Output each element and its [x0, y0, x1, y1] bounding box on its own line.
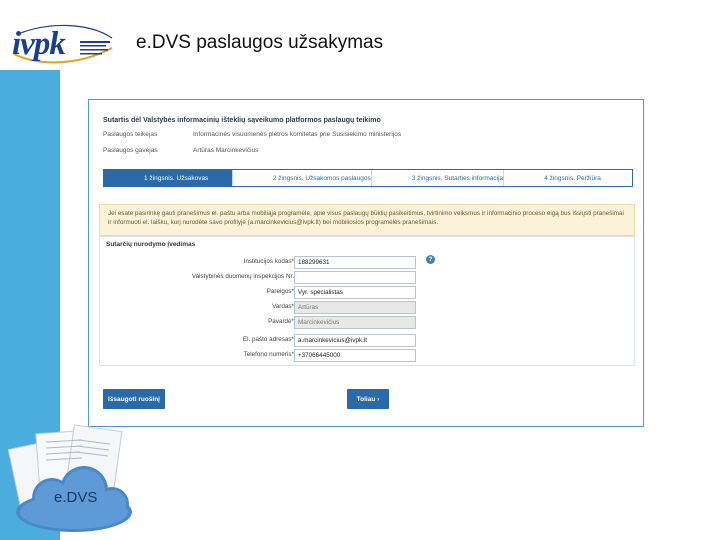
wizard-steps: 1 žingsnis. Užsakovas 2 žingsnis. Užsako…	[103, 169, 633, 187]
first-name-label: Vardas*	[272, 303, 294, 310]
institution-code-input[interactable]: 188299631	[294, 256, 416, 269]
recipient-value: Artūras Marcinkevičius	[193, 147, 259, 154]
inspection-number-label: Valstybinės duomenų inspekcijos Nr.	[191, 273, 294, 280]
tab-step-1[interactable]: 1 žingsnis. Užsakovas	[104, 170, 233, 186]
first-name-input: Artūras	[294, 301, 416, 314]
slide: ivpk e.DVS paslaugos užsakymas Sutartis …	[0, 0, 720, 540]
tab-step-2[interactable]: 2 žingsnis. Užsakomos paslaugos	[232, 170, 372, 186]
provider-row: Paslaugos teikėjas Informacinės visuomen…	[103, 131, 401, 138]
phone-input[interactable]: +37066445000	[294, 349, 416, 362]
tab-step-4[interactable]: 4 žingsnis. Peržiūra	[504, 170, 633, 186]
edvs-illustration	[8, 424, 138, 540]
ivpk-logo: ivpk	[6, 20, 116, 66]
save-draft-button[interactable]: Išsaugoti ruošinį	[103, 389, 165, 409]
edvs-label: e.DVS	[54, 489, 98, 506]
recipient-row: Paslaugos gavėjas Artūras Marcinkevičius	[103, 147, 258, 154]
position-label: Pareigos*	[266, 288, 294, 295]
form-heading: Sutarčių nurodymo įvedimas	[106, 241, 196, 248]
email-label: El. pašto adresas*	[242, 336, 294, 343]
logo-text: ivpk	[12, 26, 66, 62]
customer-form: Sutarčių nurodymo įvedimas Institucijos …	[99, 236, 635, 366]
help-icon[interactable]: ?	[426, 255, 435, 264]
last-name-label: Pavardė*	[268, 318, 294, 325]
last-name-input: Marcinkevičius	[294, 316, 416, 329]
phone-label: Telefono numeris*	[243, 351, 294, 358]
tab-step-3[interactable]: 3 žingsnis. Sutarties informacija	[371, 170, 505, 186]
app-screenshot: Sutartis dėl Valstybės informacinių ište…	[88, 99, 644, 427]
provider-label: Paslaugos teikėjas	[103, 131, 158, 138]
page-title: e.DVS paslaugos užsakymas	[136, 32, 384, 53]
recipient-label: Paslaugos gavėjas	[103, 147, 158, 154]
contract-title: Sutartis dėl Valstybės informacinių ište…	[103, 117, 381, 124]
next-button[interactable]: Toliau ›	[347, 389, 389, 409]
email-input[interactable]: a.marcinkevicius@ivpk.lt	[294, 334, 416, 347]
position-input[interactable]: Vyr. specialistas	[294, 286, 416, 299]
provider-value: Informacinės visuomenės plėtros komiteta…	[193, 131, 402, 138]
institution-code-label: Institucijos kodas*	[243, 258, 294, 265]
notice-message: Jei esate pasirinkę gauti pranešimus el.…	[99, 204, 635, 236]
inspection-number-input[interactable]	[294, 271, 416, 284]
